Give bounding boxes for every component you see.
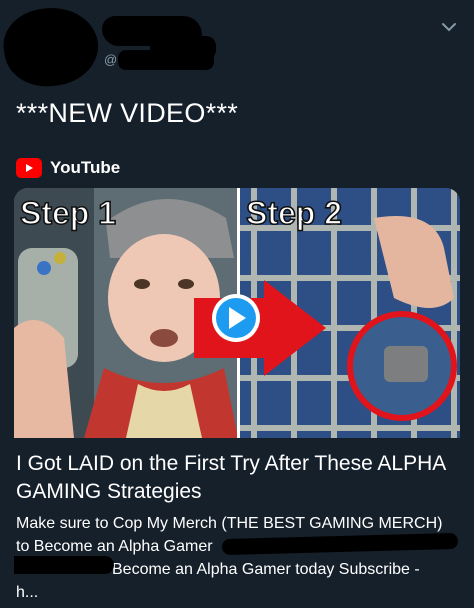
card-description-line-1: Make sure to Cop My Merch (THE BEST GAMI…	[16, 515, 443, 532]
youtube-logo-icon	[16, 158, 42, 178]
card-source-label: YouTube	[50, 158, 121, 177]
thumbnail-caption-left: Step 1	[20, 195, 116, 231]
chevron-down-icon[interactable]	[440, 18, 458, 36]
description-redaction-2	[14, 556, 114, 574]
thumbnail-caption-right: Step 2	[246, 195, 342, 231]
video-thumbnail[interactable]: Step 1 Step 2	[14, 188, 460, 438]
handle-redaction	[118, 50, 214, 70]
card-title: I Got LAID on the First Try After These …	[16, 452, 446, 503]
tweet-header: @...	[0, 0, 474, 93]
avatar-redaction	[0, 1, 103, 93]
card-source: YouTube	[16, 156, 120, 180]
card-description-line-4: h...	[16, 584, 39, 601]
tweet-text: ***NEW VIDEO***	[16, 98, 239, 128]
link-card[interactable]: YouTube Step 1 Step 2 I Got LAID on the …	[14, 152, 460, 602]
